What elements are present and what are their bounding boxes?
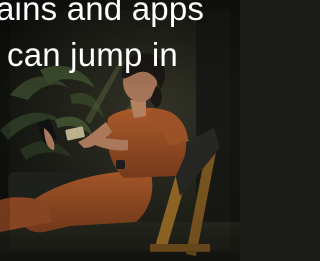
hero-headline: ains and apps can jump in [0, 0, 240, 78]
headline-line-2: can jump in [7, 36, 178, 73]
hero-banner: ains and apps can jump in [0, 0, 240, 261]
headline-line-1: ains and apps [0, 0, 205, 27]
